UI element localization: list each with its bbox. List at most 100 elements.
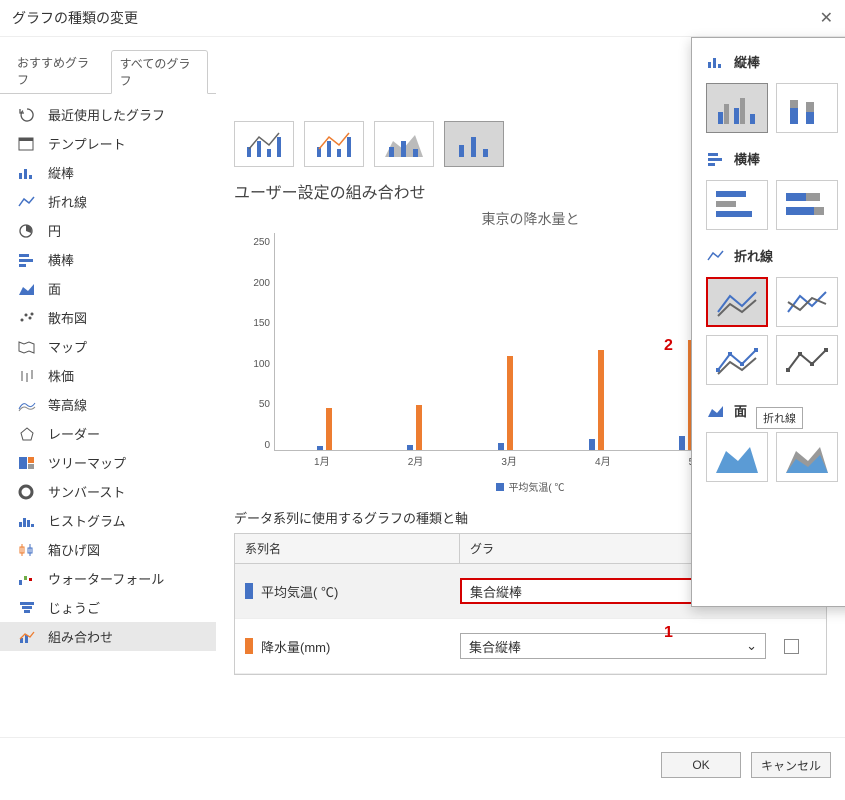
- tooltip: 折れ線: [756, 407, 803, 429]
- ok-button[interactable]: OK: [661, 752, 741, 778]
- category-label: ウォーターフォール: [48, 569, 164, 588]
- x-tick: 2月: [408, 453, 424, 468]
- category-label: 組み合わせ: [48, 627, 113, 646]
- category-label: レーダー: [48, 424, 100, 443]
- chart-option[interactable]: [776, 277, 838, 327]
- category-waterfall[interactable]: ウォーターフォール: [0, 564, 216, 593]
- chart-option[interactable]: [706, 277, 768, 327]
- category-label: 面: [48, 279, 61, 298]
- chevron-down-icon: ⌄: [746, 638, 757, 654]
- category-surface[interactable]: 等高線: [0, 390, 216, 419]
- y-tick: 100: [253, 359, 270, 370]
- bar: [507, 356, 513, 450]
- panel-section-header: 折れ線: [700, 242, 845, 269]
- bar: [317, 446, 323, 450]
- surface-icon: [16, 396, 38, 414]
- annotation-1: 1: [664, 624, 673, 642]
- combo-subtype-3[interactable]: [374, 121, 434, 167]
- bar: [407, 445, 413, 450]
- category-sunburst[interactable]: サンバースト: [0, 477, 216, 506]
- chart-option[interactable]: [706, 180, 768, 230]
- panel-section-header: 縦棒: [700, 48, 845, 75]
- area-icon: [706, 403, 726, 419]
- chart-option[interactable]: [776, 335, 838, 385]
- category-combo[interactable]: 組み合わせ: [0, 622, 216, 651]
- x-tick: 4月: [595, 453, 611, 468]
- line-icon: [706, 248, 726, 264]
- category-label: 等高線: [48, 395, 87, 414]
- bar: [598, 350, 604, 450]
- category-scatter[interactable]: 散布図: [0, 303, 216, 332]
- category-template[interactable]: テンプレート: [0, 129, 216, 158]
- category-label: マップ: [48, 337, 87, 356]
- chart-option[interactable]: [776, 180, 838, 230]
- category-label: サンバースト: [48, 482, 125, 501]
- category-area[interactable]: 面: [0, 274, 216, 303]
- combo-subtype-4[interactable]: [444, 121, 504, 167]
- bar: [679, 436, 685, 450]
- tab-recommended[interactable]: おすすめグラフ: [8, 49, 107, 93]
- combo-icon: [16, 628, 38, 646]
- category-label: ヒストグラム: [48, 511, 126, 530]
- category-label: 折れ線: [48, 192, 87, 211]
- column-icon: [16, 164, 38, 182]
- y-tick: 0: [264, 440, 270, 451]
- y-tick: 50: [259, 399, 270, 410]
- window-title: グラフの種類の変更: [12, 8, 820, 28]
- chart-option[interactable]: [776, 432, 838, 482]
- chart-option[interactable]: [706, 432, 768, 482]
- category-line[interactable]: 折れ線: [0, 187, 216, 216]
- scatter-icon: [16, 309, 38, 327]
- tab-all[interactable]: すべてのグラフ: [111, 50, 208, 94]
- histogram-icon: [16, 512, 38, 530]
- category-label: 箱ひげ図: [48, 540, 100, 559]
- x-tick: 1月: [314, 453, 330, 468]
- category-stock[interactable]: 株価: [0, 361, 216, 390]
- secondary-axis-checkbox[interactable]: [784, 639, 799, 654]
- category-label: 円: [48, 221, 61, 240]
- category-label: 最近使用したグラフ: [48, 105, 165, 124]
- category-funnel[interactable]: じょうご: [0, 593, 216, 622]
- cancel-button[interactable]: キャンセル: [751, 752, 831, 778]
- template-icon: [16, 135, 38, 153]
- stock-icon: [16, 367, 38, 385]
- right-pane: ユーザー設定の組み合わせ 東京の降水量と 250200150100500 1月2…: [216, 37, 845, 737]
- category-label: じょうご: [48, 598, 100, 617]
- boxwhisker-icon: [16, 541, 38, 559]
- category-label: 横棒: [48, 250, 74, 269]
- treemap-icon: [16, 454, 38, 472]
- left-pane: おすすめグラフ すべてのグラフ 最近使用したグラフテンプレート縦棒折れ線円横棒面…: [0, 37, 216, 737]
- chart-type-dropdown[interactable]: 集合縦棒⌄: [460, 633, 766, 659]
- combo-subtype-1[interactable]: [234, 121, 294, 167]
- map-icon: [16, 338, 38, 356]
- combo-subtype-2[interactable]: [304, 121, 364, 167]
- category-treemap[interactable]: ツリーマップ: [0, 448, 216, 477]
- bar: [416, 405, 422, 450]
- funnel-icon: [16, 599, 38, 617]
- category-column[interactable]: 縦棒: [0, 158, 216, 187]
- category-map[interactable]: マップ: [0, 332, 216, 361]
- category-boxwhisker[interactable]: 箱ひげ図: [0, 535, 216, 564]
- waterfall-icon: [16, 570, 38, 588]
- category-pie[interactable]: 円: [0, 216, 216, 245]
- panel-section-header: 横棒: [700, 145, 845, 172]
- bar: [326, 408, 332, 450]
- area-icon: [16, 280, 38, 298]
- category-recent[interactable]: 最近使用したグラフ: [0, 100, 216, 129]
- close-icon[interactable]: ✕: [820, 8, 833, 28]
- category-bar[interactable]: 横棒: [0, 245, 216, 274]
- chart-option[interactable]: [706, 335, 768, 385]
- category-label: 縦棒: [48, 163, 74, 182]
- category-label: テンプレート: [48, 134, 126, 153]
- category-label: 株価: [48, 366, 74, 385]
- series-row: 降水量(mm) 集合縦棒⌄: [235, 619, 826, 674]
- category-histogram[interactable]: ヒストグラム: [0, 506, 216, 535]
- category-label: 散布図: [48, 308, 87, 327]
- category-radar[interactable]: レーダー: [0, 419, 216, 448]
- pie-icon: [16, 222, 38, 240]
- column-icon: [706, 54, 726, 70]
- series-swatch: [245, 638, 253, 654]
- series-name: 平均気温( ℃): [261, 582, 338, 601]
- chart-option[interactable]: [706, 83, 768, 133]
- chart-option[interactable]: [776, 83, 838, 133]
